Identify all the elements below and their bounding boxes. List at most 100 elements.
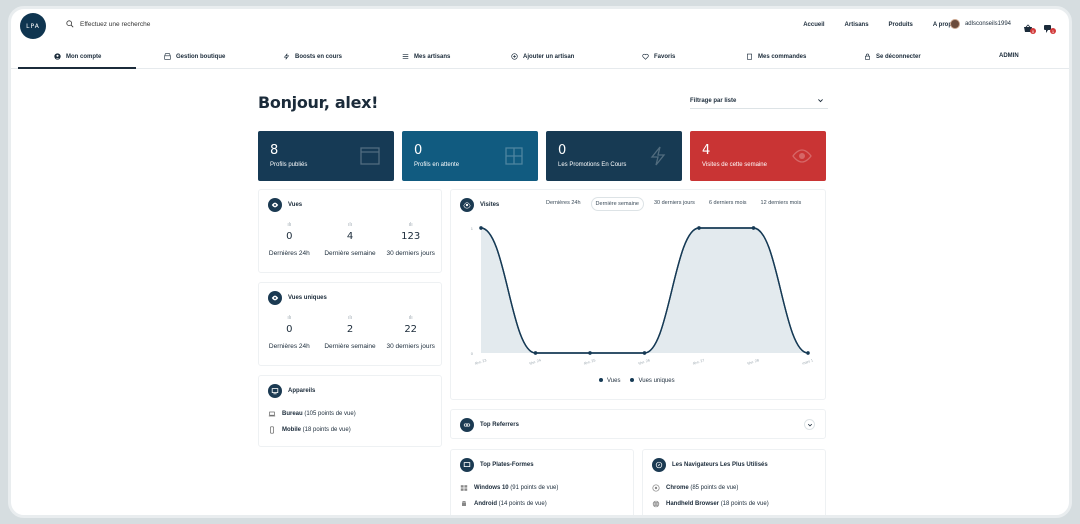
heart-icon (642, 53, 649, 60)
x-tick-label: févr. 25 (583, 358, 595, 365)
platform-android: Android (14 points de vue) (460, 500, 547, 508)
page-title: Bonjour, alex! (258, 93, 379, 112)
range-24h[interactable]: Dernières 24h (542, 197, 585, 211)
cart-button[interactable]: 0 (1023, 21, 1036, 34)
bar-chart-icon: ılı (348, 315, 352, 321)
user-menu[interactable]: adlsconseils1994 (949, 19, 1011, 29)
nav-produits[interactable]: Produits (889, 22, 913, 28)
stat-uniques-semaine: ılı 2 Dernière semaine (320, 315, 381, 350)
shop-icon (164, 53, 171, 60)
avatar (949, 19, 960, 29)
vues-title: Vues (288, 202, 303, 208)
bolt-icon (283, 53, 290, 60)
visites-title: Visites (480, 202, 500, 208)
lock-icon (865, 53, 870, 60)
bolt-icon (650, 146, 666, 166)
data-point (479, 226, 483, 230)
stat-vues-24h: ılı 0 Dernières 24h (259, 222, 320, 257)
appareils-title: Appareils (288, 388, 316, 394)
summary-cards: 8 Profils publiés 0 Profils en attente 0… (258, 131, 828, 181)
visites-panel: Visites Dernières 24h Dernière semaine 3… (450, 189, 826, 400)
data-point (642, 351, 647, 355)
tab-gestion-boutique[interactable]: Gestion boutique (164, 53, 225, 60)
tab-mon-compte[interactable]: Mon compte (54, 53, 101, 60)
y-tick-label: 1 (471, 226, 474, 231)
range-semaine[interactable]: Dernière semaine (590, 197, 644, 211)
range-12m[interactable]: 12 derniers mois (757, 197, 806, 211)
nav-accueil[interactable]: Accueil (803, 22, 824, 28)
data-point (806, 351, 810, 355)
data-point (588, 351, 592, 355)
top-plateformes-panel: Top Plates-Formes Windows 10 (91 points … (450, 449, 634, 515)
legend-vues[interactable]: Vues (599, 378, 620, 384)
tab-ajouter-artisan[interactable]: Ajouter un artisan (511, 53, 574, 60)
bar-chart-icon: ılı (408, 315, 413, 321)
top-referrers-title: Top Referrers (480, 422, 519, 428)
device-mobile: Mobile (18 points de vue) (268, 426, 351, 434)
top-referrers-panel[interactable]: Top Referrers (450, 409, 826, 439)
range-30j[interactable]: 30 derniers jours (650, 197, 699, 211)
browser-handheld: Handheld Browser (18 points de vue) (652, 500, 769, 508)
tab-mes-commandes[interactable]: Mes commandes (746, 53, 806, 60)
android-icon (462, 500, 466, 506)
tab-se-deconnecter[interactable]: Se déconnecter (864, 53, 921, 60)
stat-uniques-24h: ılı 0 Dernières 24h (259, 315, 320, 350)
messages-button[interactable]: 1 (1043, 21, 1056, 34)
search-icon (66, 20, 74, 28)
chevron-down-icon (807, 423, 812, 426)
plus-circle-icon (511, 53, 518, 60)
visites-chart: 0 1 févr. 23 févr. 24 févr. 25 févr. 26 févr. … (471, 226, 814, 366)
devices-icon (268, 384, 282, 398)
account-nav: Mon compte Gestion boutique Boosts en co… (11, 47, 1069, 69)
navigateurs-title: Les Navigateurs Les Plus Utilisés (672, 462, 768, 468)
legend-vues-uniques[interactable]: Vues uniques (630, 378, 675, 384)
globe-icon (652, 500, 660, 508)
tab-mes-artisans[interactable]: Mes artisans (402, 53, 450, 60)
top-nav: Accueil Artisans Produits A propos (803, 22, 959, 28)
app-window: LPA Effectuez une recherche Accueil Arti… (8, 6, 1072, 518)
list-filter-select[interactable]: Filtrage par liste (690, 93, 828, 109)
clipboard-icon (747, 53, 752, 60)
compass-icon (652, 458, 666, 472)
top-bar: LPA Effectuez une recherche Accueil Arti… (11, 9, 1069, 45)
card-profils-en-attente[interactable]: 0 Profils en attente (402, 131, 538, 181)
stat-vues-semaine: ılı 4 Dernière semaine (320, 222, 381, 257)
expand-button[interactable] (804, 419, 815, 430)
tab-boosts[interactable]: Boosts en cours (283, 53, 342, 60)
stat-uniques-30j: ılı 22 30 derniers jours (380, 315, 441, 350)
x-tick-label: févr. 23 (474, 358, 486, 365)
tab-admin[interactable]: ADMIN (999, 53, 1019, 59)
cart-count-badge: 0 (1030, 28, 1036, 34)
vues-uniques-panel: Vues uniques ılı 0 Dernières 24h ılı 2 Derni… (258, 282, 442, 366)
vues-panel: Vues ılı 0 Dernières 24h ılı 4 Dernière sema… (258, 189, 442, 273)
x-tick-label: févr. 26 (638, 358, 650, 365)
tab-favoris[interactable]: Favoris (642, 53, 675, 60)
logo[interactable]: LPA (20, 13, 46, 39)
card-promotions[interactable]: 0 Les Promotions En Cours (546, 131, 682, 181)
platform-windows: Windows 10 (91 points de vue) (460, 484, 558, 492)
range-6m[interactable]: 6 derniers mois (705, 197, 751, 211)
laptop-icon (268, 411, 276, 417)
x-tick-label: mars 1 (802, 358, 814, 365)
eye-icon (792, 149, 812, 163)
nav-artisans[interactable]: Artisans (845, 22, 869, 28)
data-point (533, 351, 538, 355)
active-tab-indicator (18, 67, 136, 69)
x-tick-label: févr. 27 (692, 358, 704, 365)
search-bar[interactable]: Effectuez une recherche (66, 20, 150, 28)
x-tick-label: févr. 24 (529, 358, 541, 365)
series-area (481, 228, 808, 353)
eye-icon (268, 198, 282, 212)
chart-legend: Vues Vues uniques (599, 378, 675, 384)
device-bureau: Bureau (105 points de vue) (268, 410, 356, 418)
search-input[interactable]: Effectuez une recherche (80, 21, 150, 28)
top-plateformes-title: Top Plates-Formes (480, 462, 534, 468)
bar-chart-icon: ılı (287, 315, 292, 321)
card-visites-semaine[interactable]: 4 Visites de cette semaine (690, 131, 826, 181)
username: adlsconseils1994 (964, 21, 1011, 27)
navigateurs-panel: Les Navigateurs Les Plus Utilisés Chrome… (642, 449, 826, 515)
range-selector: Dernières 24h Dernière semaine 30 dernie… (542, 197, 805, 211)
card-profils-publies[interactable]: 8 Profils publiés (258, 131, 394, 181)
user-circle-icon (54, 53, 61, 60)
y-tick-label: 0 (471, 351, 474, 356)
